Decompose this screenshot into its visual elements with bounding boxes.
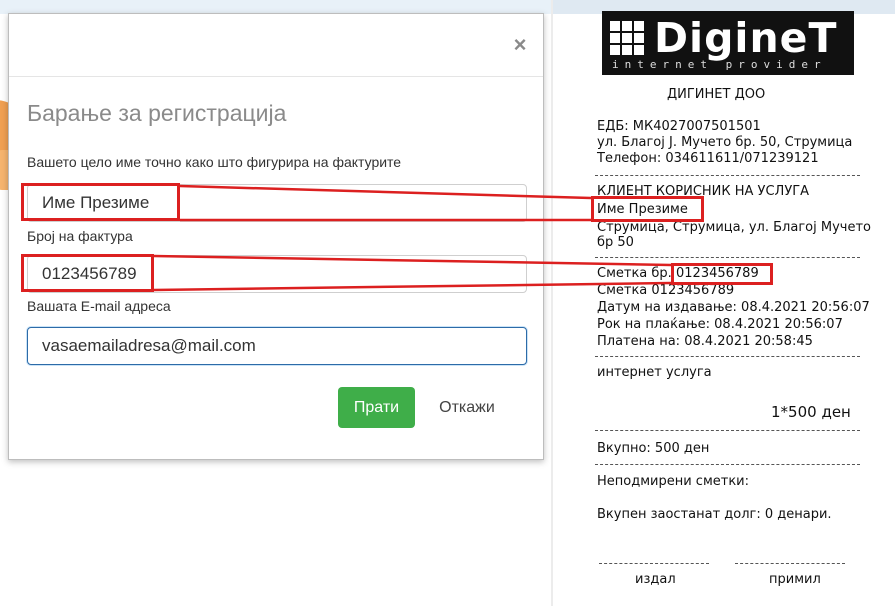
invoice-connector-line xyxy=(153,254,672,267)
name-connector-line xyxy=(179,184,592,200)
invoice-connector-line xyxy=(153,281,672,292)
connector-lines xyxy=(153,184,672,292)
